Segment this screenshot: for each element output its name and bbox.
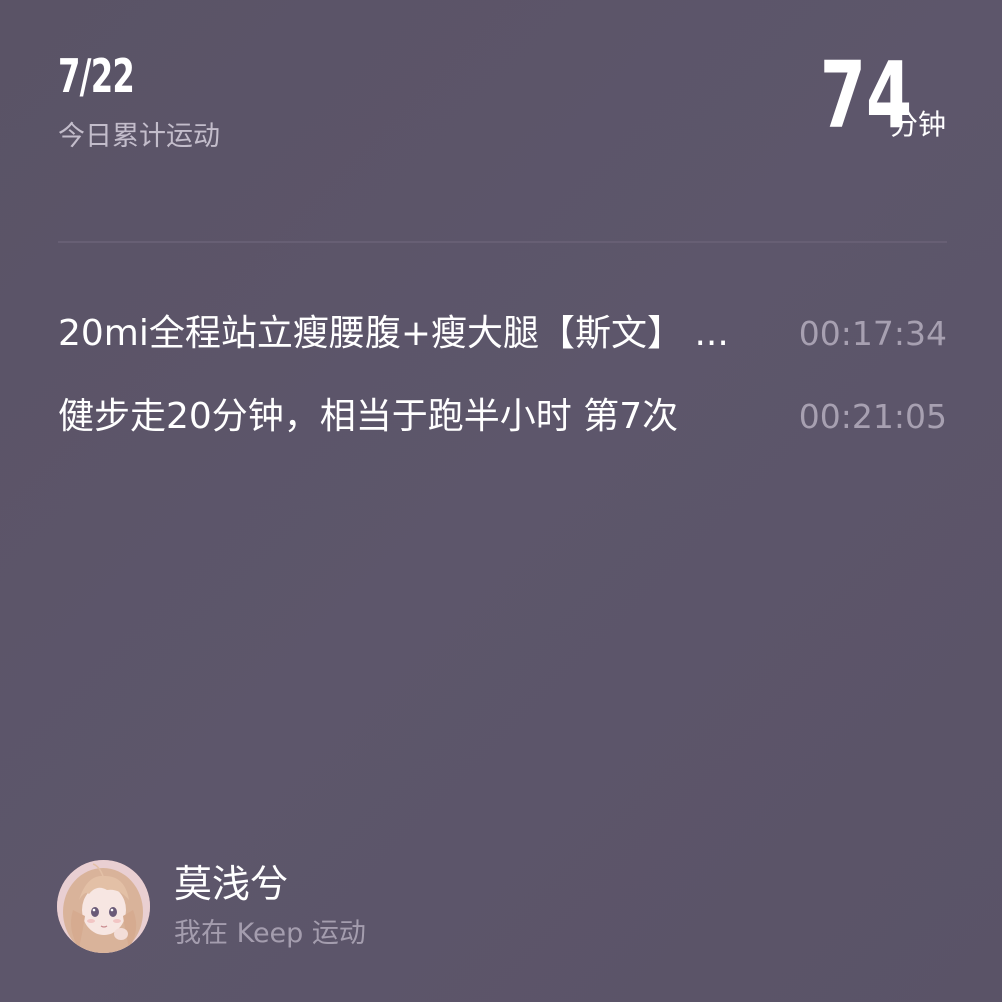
anime-girl-avatar-icon [57, 860, 150, 953]
divider [58, 241, 947, 243]
user-caption: 我在 Keep 运动 [174, 918, 366, 949]
activity-name: 20mi全程站立瘦腰腹+瘦大腿【斯文】 ... [58, 313, 729, 354]
total-minutes-value: 74 [819, 42, 912, 149]
daily-total-caption: 今日累计运动 [58, 121, 220, 152]
user-name[interactable]: 莫浅兮 [174, 860, 288, 908]
activity-duration: 00:21:05 [798, 397, 947, 436]
activity-row[interactable]: 健步走20分钟，相当于跑半小时 第7次 00:21:05 [58, 392, 947, 442]
activity-duration: 00:17:34 [798, 314, 947, 353]
activity-row[interactable]: 20mi全程站立瘦腰腹+瘦大腿【斯文】 ... 00:17:34 [58, 309, 947, 359]
date-label: 7/22 [58, 49, 135, 103]
activity-name: 健步走20分钟，相当于跑半小时 第7次 [58, 396, 679, 437]
workout-summary-card: 7/22 今日累计运动 74 分钟 20mi全程站立瘦腰腹+瘦大腿【斯文】 ..… [0, 0, 1002, 1002]
avatar[interactable] [57, 860, 150, 953]
total-minutes: 74 分钟 [784, 44, 946, 144]
